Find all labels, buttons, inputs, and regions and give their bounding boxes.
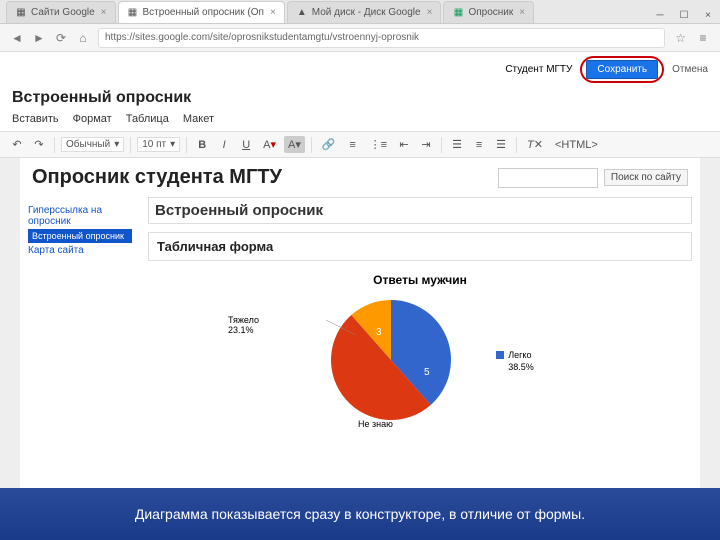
tab-1-active[interactable]: ▦ Встроенный опросник (Оп × — [118, 1, 285, 23]
back-icon[interactable]: ◄ — [6, 27, 28, 49]
user-label: Студент МГТУ — [505, 64, 572, 75]
chevron-down-icon: ▾ — [114, 139, 119, 150]
clear-format-icon[interactable]: T✕ — [523, 136, 547, 153]
align-center-icon[interactable]: ≡ — [470, 137, 488, 153]
style-select[interactable]: Обычный▾ — [61, 137, 124, 152]
star-icon[interactable]: ☆ — [675, 31, 686, 45]
chart-title: Ответы мужчин — [168, 273, 672, 287]
close-window-icon[interactable]: × — [696, 7, 720, 23]
bold-icon[interactable]: B — [193, 137, 211, 153]
legend-swatch-icon — [496, 351, 504, 359]
menu-bar: Вставить Формат Таблица Макет — [0, 111, 720, 132]
undo-icon[interactable]: ↶ — [8, 136, 26, 153]
sidebar-item-sitemap[interactable]: Карта сайта — [28, 243, 132, 258]
legend-item-easy: Легко — [496, 350, 534, 360]
tab-favicon-icon: ▦ — [452, 7, 464, 19]
form-section[interactable]: Табличная форма — [148, 232, 692, 261]
bullet-list-icon[interactable]: ⋮≡ — [366, 136, 391, 153]
maximize-icon[interactable]: ☐ — [672, 7, 696, 23]
link-icon[interactable]: 🔗 — [318, 136, 340, 153]
sidebar-item-embedded[interactable]: Встроенный опросник — [28, 229, 132, 243]
content-area: Опросник студента МГТУ Поиск по сайту Ги… — [0, 158, 720, 538]
form-title: Табличная форма — [157, 239, 683, 254]
cancel-link[interactable]: Отмена — [672, 64, 708, 75]
save-button[interactable]: Сохранить — [586, 60, 658, 79]
tab-favicon-icon: ▦ — [127, 7, 139, 19]
app-title: Встроенный опросник — [0, 87, 720, 111]
tab-label: Встроенный опросник (Оп — [143, 7, 264, 18]
forward-icon[interactable]: ► — [28, 27, 50, 49]
sidebar-item-link[interactable]: Гиперссылка на опросник — [28, 203, 132, 229]
slice-label-hard: 3 — [376, 327, 382, 338]
close-icon[interactable]: × — [270, 7, 276, 18]
html-icon[interactable]: <HTML> — [551, 137, 602, 153]
tab-favicon-icon: ▲ — [296, 7, 308, 19]
highlight-icon[interactable]: A▾ — [284, 136, 305, 153]
address-bar: ◄ ► ⟳ ⌂ ☆ ≡ — [0, 24, 720, 52]
fontsize-select[interactable]: 10 пт▾ — [137, 137, 180, 152]
reload-icon[interactable]: ⟳ — [50, 27, 72, 49]
legend-item-label: Не знаю — [358, 419, 393, 429]
tab-3[interactable]: ▦ Опросник × — [443, 1, 534, 23]
format-toolbar: ↶ ↷ Обычный▾ 10 пт▾ B I U A▾ A▾ 🔗 ≡ ⋮≡ ⇤… — [0, 132, 720, 158]
minimize-icon[interactable]: ─ — [648, 7, 672, 23]
url-input[interactable] — [98, 28, 665, 48]
pie-chart: 3 5 — [306, 295, 476, 425]
tab-2[interactable]: ▲ Мой диск - Диск Google × — [287, 1, 442, 23]
browser-tabs: ▦ Сайти Google × ▦ Встроенный опросник (… — [0, 0, 720, 24]
legend-pct-easy: 38.5% — [508, 362, 534, 372]
save-highlight: Сохранить — [580, 56, 664, 83]
menu-table[interactable]: Таблица — [126, 113, 169, 125]
italic-icon[interactable]: I — [215, 137, 233, 153]
menu-icon[interactable]: ≡ — [692, 27, 714, 49]
indent-icon[interactable]: ⇥ — [417, 136, 435, 153]
underline-icon[interactable]: U — [237, 137, 255, 153]
tab-label: Мой диск - Диск Google — [312, 7, 421, 18]
tab-0[interactable]: ▦ Сайти Google × — [6, 1, 116, 23]
close-icon[interactable]: × — [101, 7, 107, 18]
close-icon[interactable]: × — [519, 7, 525, 18]
align-left-icon[interactable]: ☰ — [448, 136, 466, 153]
page-top-bar: Студент МГТУ Сохранить Отмена — [0, 52, 720, 87]
search-input[interactable] — [498, 168, 598, 188]
tab-label: Сайти Google — [31, 7, 95, 18]
slide-caption: Диаграмма показывается сразу в конструкт… — [0, 488, 720, 540]
page-title: Опросник студента МГТУ — [32, 166, 282, 189]
outdent-icon[interactable]: ⇤ — [395, 136, 413, 153]
numbered-list-icon[interactable]: ≡ — [344, 137, 362, 153]
align-right-icon[interactable]: ☰ — [492, 136, 510, 153]
chart: Ответы мужчин Тяжело 23.1% — [148, 269, 692, 429]
menu-layout[interactable]: Макет — [183, 113, 214, 125]
window-controls: ─ ☐ × — [648, 7, 720, 23]
legend-item-label: Тяжело — [228, 315, 259, 325]
home-icon[interactable]: ⌂ — [72, 27, 94, 49]
main-heading: Встроенный опросник — [148, 197, 692, 224]
legend-item-pct: 23.1% — [228, 325, 259, 335]
text-color-icon[interactable]: A▾ — [259, 136, 280, 153]
tab-label: Опросник — [468, 7, 513, 18]
close-icon[interactable]: × — [427, 7, 433, 18]
chevron-down-icon: ▾ — [170, 139, 175, 150]
redo-icon[interactable]: ↷ — [30, 136, 48, 153]
menu-insert[interactable]: Вставить — [12, 113, 59, 125]
sidebar: Гиперссылка на опросник Встроенный опрос… — [20, 197, 140, 538]
tab-favicon-icon: ▦ — [15, 7, 27, 19]
menu-format[interactable]: Формат — [73, 113, 112, 125]
slice-label-easy: 5 — [424, 367, 430, 378]
search-button[interactable]: Поиск по сайту — [604, 169, 688, 186]
